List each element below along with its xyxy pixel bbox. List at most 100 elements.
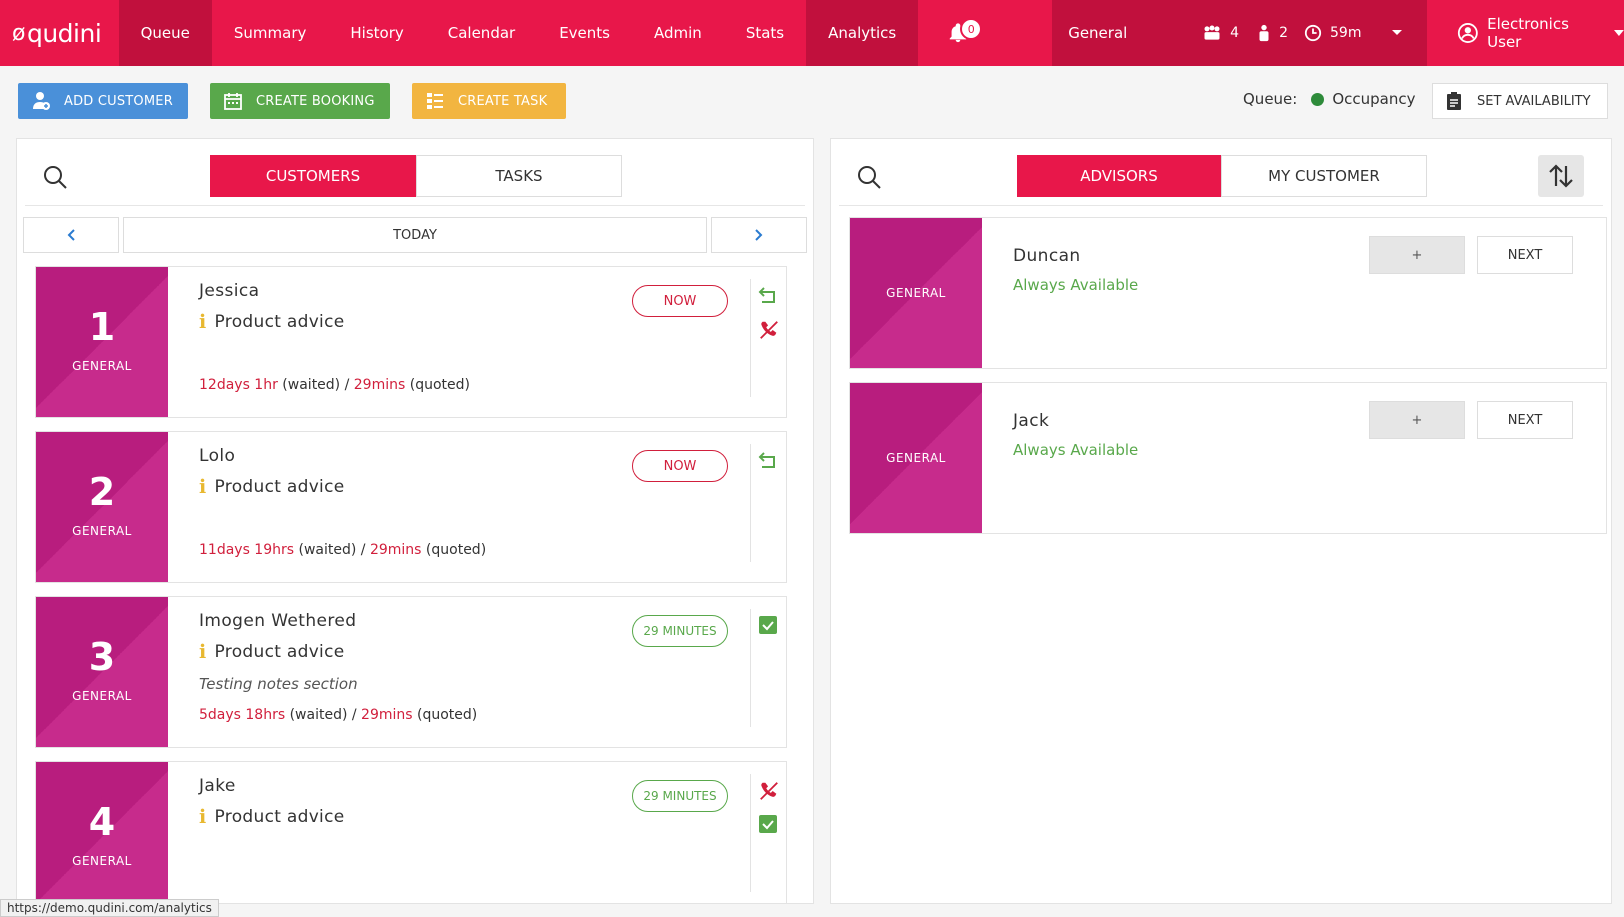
queue-position: 1 GENERAL — [36, 267, 168, 417]
tab-advisors[interactable]: ADVISORS — [1017, 155, 1221, 197]
customer-tabs: CUSTOMERS TASKS — [210, 155, 622, 197]
return-icon[interactable] — [758, 450, 780, 470]
queue-selector[interactable]: General 4 2 59m — [1052, 0, 1428, 66]
return-icon[interactable] — [758, 285, 780, 305]
divider — [839, 205, 1603, 206]
create-booking-button[interactable]: CREATE BOOKING — [210, 83, 390, 119]
waited-time: 11days 19hrs — [199, 542, 295, 558]
person-count: 2 — [1279, 25, 1289, 41]
position-number: 3 — [88, 635, 116, 679]
app-logo[interactable]: ø qudini — [0, 0, 119, 66]
nav-events[interactable]: Events — [537, 0, 632, 66]
divider — [750, 609, 751, 727]
customer-name: Jake — [199, 776, 236, 796]
service-label: Product advice — [214, 807, 345, 827]
service: ℹ Product advice — [199, 311, 344, 333]
prev-day-button[interactable] — [23, 217, 119, 253]
quoted-time: 29mins — [369, 542, 422, 558]
status-badge[interactable]: NOW — [632, 285, 728, 317]
checkbox-checked-icon[interactable] — [758, 814, 778, 834]
nav-summary[interactable]: Summary — [212, 0, 329, 66]
browser-status-url: https://demo.qudini.com/analytics — [0, 899, 219, 917]
calendar-icon — [224, 93, 242, 110]
current-day[interactable]: TODAY — [123, 217, 707, 253]
advisor-card[interactable]: GENERAL Duncan Always Available + NEXT — [849, 217, 1607, 369]
waited-time: 5days 18hrs — [199, 707, 286, 723]
checkbox-checked-icon[interactable] — [758, 615, 778, 635]
logo-text: qudini — [26, 18, 102, 48]
set-availability-button[interactable]: SET AVAILABILITY — [1432, 83, 1608, 119]
waited-suffix: (waited) / — [294, 542, 370, 558]
notification-count: 0 — [960, 18, 983, 40]
call-off-icon[interactable] — [758, 319, 780, 341]
notifications-button[interactable]: 0 — [918, 0, 997, 66]
queue-status-text: Occupancy — [1332, 90, 1416, 108]
chevron-right-icon — [755, 229, 763, 241]
assign-button[interactable]: + — [1369, 401, 1465, 439]
set-availability-label: SET AVAILABILITY — [1477, 93, 1591, 109]
chevron-down-icon — [1392, 30, 1403, 35]
wait-info: 5days 18hrs (waited) / 29mins (quoted) — [199, 707, 477, 723]
advisor-name: Jack — [1013, 411, 1050, 431]
customer-card[interactable]: 3 GENERAL Imogen Wethered ℹ Product advic… — [35, 596, 787, 748]
quoted-suffix: (quoted) — [421, 542, 487, 558]
status-badge[interactable]: 29 MINUTES — [632, 780, 728, 812]
divider — [750, 774, 751, 892]
waited-suffix: (waited) / — [285, 707, 362, 723]
nav-stats[interactable]: Stats — [724, 0, 806, 66]
customer-card[interactable]: 1 GENERAL Jessica ℹ Product advice 12days… — [35, 266, 787, 418]
queue-status-label: Queue: — [1243, 90, 1298, 108]
service-label: Product advice — [214, 312, 345, 332]
add-customer-label: ADD CUSTOMER — [64, 93, 173, 109]
group-icon — [1204, 25, 1220, 40]
nav-admin[interactable]: Admin — [632, 0, 724, 66]
queue-position: 2 GENERAL — [36, 432, 168, 582]
create-task-label: CREATE TASK — [458, 93, 548, 109]
top-navbar: ø qudini Queue Summary History Calendar E… — [0, 0, 1624, 66]
next-button[interactable]: NEXT — [1477, 401, 1573, 439]
customer-card[interactable]: 4 GENERAL Jake ℹ Product advice 29 MINUTE… — [35, 761, 787, 903]
group-label: GENERAL — [72, 359, 132, 373]
wait-info: 12days 1hr (waited) / 29mins (quoted) — [199, 377, 470, 393]
customer-name: Jessica — [199, 281, 260, 301]
advisor-availability: Always Available — [1013, 276, 1139, 294]
customer-card[interactable]: 2 GENERAL Lolo ℹ Product advice 11days 19… — [35, 431, 787, 583]
add-person-icon — [33, 92, 50, 110]
wait-time: 59m — [1330, 25, 1362, 41]
create-task-button[interactable]: CREATE TASK — [412, 83, 566, 119]
nav-queue[interactable]: Queue — [118, 0, 212, 66]
nav-calendar[interactable]: Calendar — [426, 0, 537, 66]
nav-analytics[interactable]: Analytics — [806, 0, 919, 66]
queue-status-value: Occupancy — [1311, 90, 1416, 108]
clipboard-icon — [1447, 92, 1461, 110]
clock-icon — [1304, 24, 1322, 42]
search-icon[interactable] — [857, 165, 883, 191]
waited-suffix: (waited) / — [277, 377, 354, 393]
qudini-logo-icon: ø — [12, 20, 25, 46]
advisor-card[interactable]: GENERAL Jack Always Available + NEXT — [849, 382, 1607, 534]
add-customer-button[interactable]: ADD CUSTOMER — [18, 83, 188, 119]
position-number: 1 — [88, 305, 116, 349]
info-icon: ℹ — [199, 476, 207, 498]
status-badge[interactable]: 29 MINUTES — [632, 615, 728, 647]
call-off-icon[interactable] — [758, 780, 780, 802]
search-icon[interactable] — [43, 165, 69, 191]
service: ℹ Product advice — [199, 476, 344, 498]
sort-button[interactable] — [1538, 155, 1584, 197]
customer-name: Lolo — [199, 446, 236, 466]
status-badge[interactable]: NOW — [632, 450, 728, 482]
nav-history[interactable]: History — [328, 0, 425, 66]
status-dot-icon — [1311, 92, 1325, 106]
tab-customers[interactable]: CUSTOMERS — [210, 155, 416, 197]
user-menu[interactable]: Electronics User — [1427, 0, 1624, 66]
tab-my-customer[interactable]: MY CUSTOMER — [1221, 155, 1427, 197]
customers-panel: CUSTOMERS TASKS TODAY 1 GENERAL Jessica … — [16, 138, 814, 904]
waited-time: 12days 1hr — [199, 377, 278, 393]
next-button[interactable]: NEXT — [1477, 236, 1573, 274]
service-label: Product advice — [214, 642, 345, 662]
assign-button[interactable]: + — [1369, 236, 1465, 274]
queue-position: 3 GENERAL — [36, 597, 168, 747]
queue-stats: 4 2 59m — [1202, 24, 1403, 42]
tab-tasks[interactable]: TASKS — [416, 155, 622, 197]
next-day-button[interactable] — [711, 217, 807, 253]
